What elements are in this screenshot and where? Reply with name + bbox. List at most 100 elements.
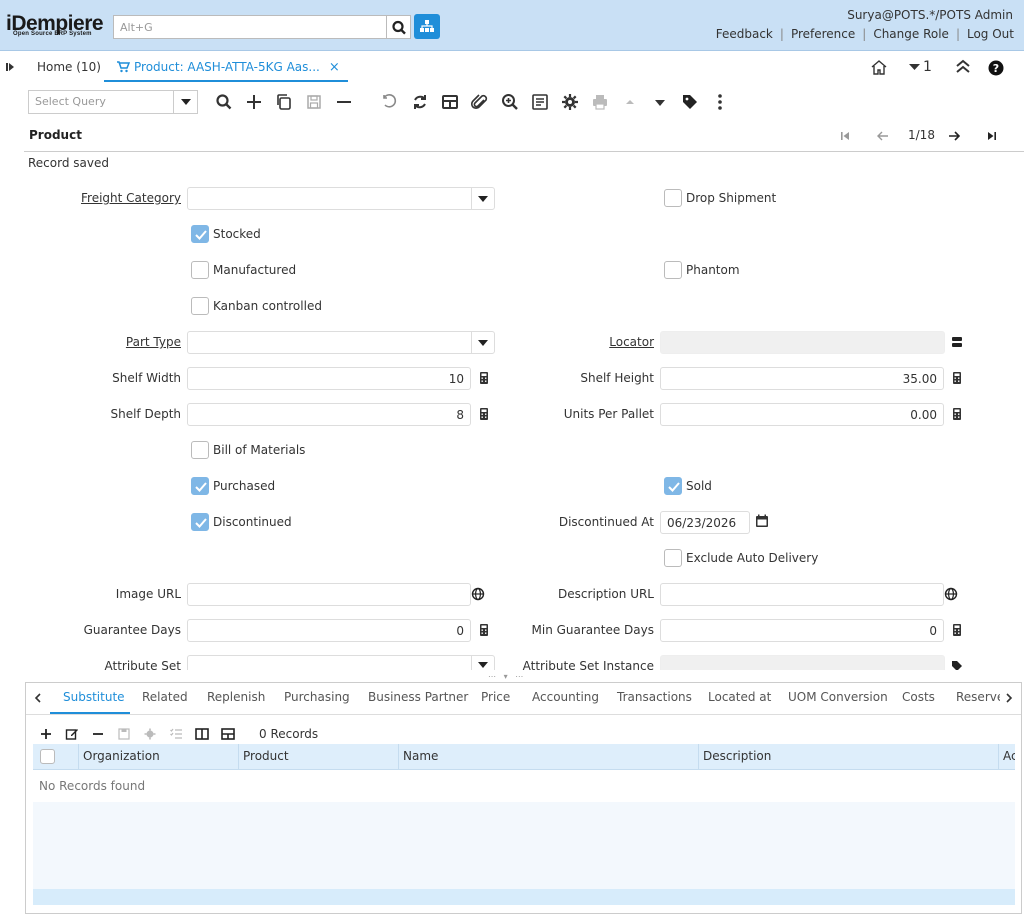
freight-category-select[interactable]	[187, 187, 495, 210]
discontinued-at-field[interactable]: 06/23/2026	[660, 511, 750, 534]
stocked-checkbox[interactable]	[191, 225, 209, 243]
new-record-icon[interactable]	[244, 92, 264, 112]
next-record-icon[interactable]	[948, 131, 960, 141]
col-name[interactable]: Name	[398, 744, 698, 770]
logout-link[interactable]: Log Out	[967, 27, 1014, 41]
attribute-set-instance-field[interactable]	[660, 655, 945, 670]
manufactured-checkbox[interactable]	[191, 261, 209, 279]
tab-price[interactable]: Price	[481, 690, 510, 704]
first-record-icon[interactable]	[840, 131, 850, 141]
change-role-link[interactable]: Change Role	[873, 27, 949, 41]
locator-field[interactable]	[660, 331, 945, 354]
gear-icon[interactable]	[560, 92, 580, 112]
locator-label[interactable]: Locator	[609, 335, 654, 349]
col-product[interactable]: Product	[238, 744, 398, 770]
kanban-checkbox[interactable]	[191, 297, 209, 315]
attribute-set-select[interactable]	[187, 655, 495, 670]
chevron-double-up-icon[interactable]	[955, 58, 971, 74]
locator-icon[interactable]	[950, 335, 964, 349]
grid-view-icon[interactable]	[221, 727, 235, 741]
col-active[interactable]: Ac	[998, 744, 1015, 770]
part-type-label[interactable]: Part Type	[126, 335, 181, 349]
list-check-icon[interactable]	[169, 727, 183, 741]
global-search-input[interactable]	[113, 15, 387, 39]
feedback-link[interactable]: Feedback	[716, 27, 773, 41]
window-count[interactable]: 1	[923, 59, 932, 75]
calculator-icon[interactable]	[477, 371, 491, 385]
exclude-auto-delivery-checkbox[interactable]	[664, 549, 682, 567]
calendar-icon[interactable]	[755, 514, 769, 528]
tab-accounting[interactable]: Accounting	[532, 690, 599, 704]
delete-icon[interactable]	[334, 92, 354, 112]
purchased-checkbox[interactable]	[191, 477, 209, 495]
chevron-down-icon[interactable]	[471, 188, 494, 209]
phantom-checkbox[interactable]	[664, 261, 682, 279]
form-view-icon[interactable]	[195, 727, 209, 741]
refresh-icon[interactable]	[410, 92, 430, 112]
chevron-down-icon[interactable]	[471, 656, 494, 670]
tab-located-at[interactable]: Located at	[708, 690, 771, 704]
shelf-height-field[interactable]: 35.00	[660, 367, 944, 390]
home-icon[interactable]	[870, 58, 888, 76]
splitter-handle[interactable]: ⋯ ▾ ⋯	[488, 672, 523, 681]
calculator-icon[interactable]	[950, 371, 964, 385]
chevron-down-icon[interactable]	[173, 91, 197, 113]
tab-product[interactable]: Product: AASH-ATTA-5KG Aas... ×	[104, 54, 348, 82]
shelf-depth-field[interactable]: 8	[187, 403, 471, 426]
tab-substitute[interactable]: Substitute	[63, 690, 125, 704]
tab-related[interactable]: Related	[142, 690, 188, 704]
image-url-field[interactable]	[187, 583, 471, 606]
help-icon[interactable]: ?	[988, 60, 1004, 76]
kebab-menu-icon[interactable]	[710, 92, 730, 112]
find-icon[interactable]	[214, 92, 234, 112]
calculator-icon[interactable]	[477, 623, 491, 637]
select-all-checkbox[interactable]	[40, 749, 55, 764]
chevron-right-icon[interactable]	[1004, 692, 1014, 704]
freight-category-label[interactable]: Freight Category	[81, 191, 181, 205]
tab-transactions[interactable]: Transactions	[617, 690, 692, 704]
last-record-icon[interactable]	[987, 131, 997, 141]
print-icon[interactable]	[590, 92, 610, 112]
copy-record-icon[interactable]	[274, 92, 294, 112]
select-query[interactable]: Select Query	[28, 90, 198, 114]
tab-purchasing[interactable]: Purchasing	[284, 690, 350, 704]
calculator-icon[interactable]	[950, 407, 964, 421]
grid-toggle-icon[interactable]	[440, 92, 460, 112]
tag-icon[interactable]	[950, 659, 964, 670]
tab-reserved[interactable]: Reserved	[956, 690, 1000, 704]
tab-uom-conversion[interactable]: UOM Conversion	[788, 690, 888, 704]
attachment-icon[interactable]	[470, 92, 490, 112]
sort-up-icon[interactable]	[620, 92, 640, 112]
save-icon[interactable]	[304, 92, 324, 112]
close-tab-icon[interactable]: ×	[329, 60, 340, 75]
caret-down-icon[interactable]	[909, 63, 920, 71]
previous-record-icon[interactable]	[877, 131, 889, 141]
gear-icon[interactable]	[143, 727, 157, 741]
part-type-select[interactable]	[187, 331, 495, 354]
min-guarantee-days-field[interactable]: 0	[660, 619, 944, 642]
description-url-field[interactable]	[660, 583, 944, 606]
tab-replenish[interactable]: Replenish	[207, 690, 265, 704]
delete-row-icon[interactable]	[91, 727, 105, 741]
undo-icon[interactable]	[380, 92, 400, 112]
zoom-across-icon[interactable]	[500, 92, 520, 112]
save-row-icon[interactable]	[117, 727, 131, 741]
report-icon[interactable]	[530, 92, 550, 112]
more-dropdown-icon[interactable]	[650, 92, 670, 112]
chevron-down-icon[interactable]	[471, 332, 494, 353]
menu-tree-button[interactable]	[414, 14, 440, 39]
tab-home[interactable]: Home (10)	[37, 60, 101, 74]
expand-west-icon[interactable]	[5, 61, 17, 73]
search-button[interactable]	[387, 15, 411, 39]
tab-business-partner[interactable]: Business Partner	[368, 690, 468, 704]
globe-icon[interactable]	[471, 587, 485, 601]
edit-icon[interactable]	[65, 727, 79, 741]
units-per-pallet-field[interactable]: 0.00	[660, 403, 944, 426]
col-organization[interactable]: Organization	[78, 744, 238, 770]
chevron-left-icon[interactable]	[33, 692, 43, 704]
preference-link[interactable]: Preference	[791, 27, 855, 41]
bom-checkbox[interactable]	[191, 441, 209, 459]
guarantee-days-field[interactable]: 0	[187, 619, 471, 642]
shelf-width-field[interactable]: 10	[187, 367, 471, 390]
tab-costs[interactable]: Costs	[902, 690, 935, 704]
